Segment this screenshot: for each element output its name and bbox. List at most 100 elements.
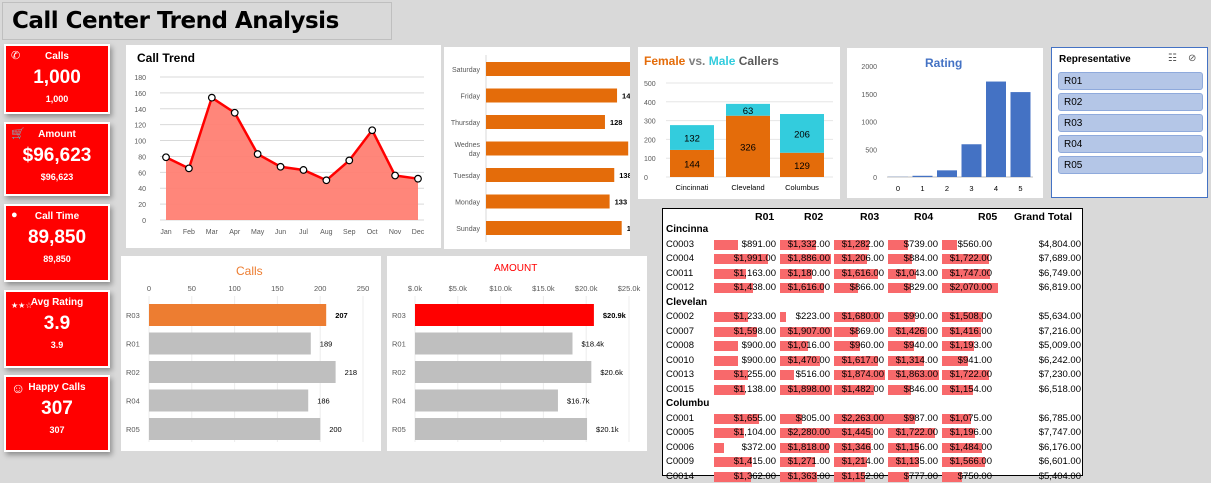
table-cell: $1,874.00 [834,369,884,381]
category-label: Cleveland [731,183,764,192]
gender-callers-panel: Female vs. Male Callers 0100200300400500… [638,47,840,199]
x-tick-label: 200 [314,284,327,293]
table-cell: $2,263.00 [834,413,884,425]
table-cell: $560.00 [942,239,992,251]
table-cell: $1,484.00 [942,442,992,454]
slicer-item-r05[interactable]: R05 [1058,156,1203,174]
slicer-item-r01[interactable]: R01 [1058,72,1203,90]
table-cell: $1,616.00 [780,282,830,294]
table-cell: $1,617.00 [834,355,884,367]
table-cell: $1,818.00 [780,442,830,454]
row-label: C0015 [666,384,694,395]
bar-value-label: $20.1k [596,425,619,434]
weekday-bar [486,62,630,76]
trend-area [166,98,418,220]
amount-by-rep-panel: AMOUNT $.0k$5.0k$10.0k$15.0k$20.0k$25.0k… [387,256,647,451]
kpi-subvalue: 89,850 [6,254,108,264]
male-value-label: 206 [794,129,810,140]
table-cell: $7,689.00 [998,253,1081,265]
kpi-value: 1,000 [6,67,108,89]
slicer-item-r04[interactable]: R04 [1058,135,1203,153]
table-cell: $1,863.00 [888,369,938,381]
table-cell: $900.00 [714,340,776,352]
y-tick-label: 120 [134,123,146,130]
weekday-bar [486,142,628,156]
table-cell: $1,075.00 [942,413,992,425]
weekday-calls-panel: Saturday161Friday141Thursday128Wednesday… [444,47,630,249]
table-cell: $1,426.00 [888,326,938,338]
x-tick-label: 0 [147,284,151,293]
rep-bar [415,390,558,412]
row-label: C0003 [666,239,694,250]
table-cell: $7,216.00 [998,326,1081,338]
rating-panel: Rating 0500100015002000012345 [847,48,1043,198]
table-cell: $805.00 [780,413,830,425]
y-tick-label: 160 [134,91,146,98]
table-cell: $7,747.00 [998,427,1081,439]
row-label: C0006 [666,442,694,453]
category-label: Monday [455,200,480,207]
kpi-value: 89,850 [6,227,108,249]
bar-value-label: 218 [345,368,358,377]
category-label: R03 [126,311,140,320]
y-tick-label: 60 [138,170,146,177]
y-tick-label: 20 [138,202,146,209]
rating-chart: 0500100015002000012345 [847,48,1043,198]
group-label: Columbu [666,398,709,409]
table-cell: $5,009.00 [998,340,1081,352]
slicer-item-r03[interactable]: R03 [1058,114,1203,132]
category-label: Sunday [456,226,480,233]
rating-bar [986,82,1006,177]
y-tick-label: 200 [644,137,656,144]
kpi-card-call-time: ●Call Time89,85089,850 [4,204,110,282]
table-cell: $6,518.00 [998,384,1081,396]
table-cell: $6,785.00 [998,413,1081,425]
table-cell: $1,898.00 [780,384,830,396]
x-tick-label: Feb [183,229,195,236]
table-cell: $1,566.00 [942,456,992,468]
table-cell: $1,680.00 [834,311,884,323]
table-cell: $1,438.00 [714,282,776,294]
table-cell: $1,747.00 [942,268,992,280]
y-tick-label: 0 [142,218,146,225]
row-label: C0002 [666,311,694,322]
x-tick-label: 150 [271,284,284,293]
table-cell: $1,255.00 [714,369,776,381]
table-cell: $6,749.00 [998,268,1081,280]
table-cell: $5,634.00 [998,311,1081,323]
table-cell: $6,176.00 [998,442,1081,454]
bar-value-label: 189 [320,340,333,349]
x-tick-label: Mar [206,229,219,236]
bar-value-label: 128 [610,118,623,127]
x-tick-label: Aug [320,229,333,236]
table-cell: $1,156.00 [888,442,938,454]
category-label: R04 [392,397,406,406]
table-cell: $372.00 [714,442,776,454]
x-tick-label: Jan [160,229,171,236]
x-tick-label: 250 [357,284,370,293]
x-tick-label: $15.0k [532,284,555,293]
multi-select-icon[interactable]: ☷ [1168,53,1177,64]
x-tick-label: 50 [188,284,196,293]
table-cell: $866.00 [834,282,884,294]
category-label: Thursday [451,120,481,127]
table-cell: $6,242.00 [998,355,1081,367]
row-label: C0014 [666,471,694,482]
slicer-item-r02[interactable]: R02 [1058,93,1203,111]
row-label: C0009 [666,456,694,467]
calls-by-rep-panel: Calls 050100150200250R03207R01189R02218R… [121,256,381,451]
table-cell: $1,655.00 [714,413,776,425]
rep-bar [149,333,311,355]
trend-point [369,127,376,134]
category-label: R05 [126,425,140,434]
slicer-title: Representative [1059,54,1131,65]
y-tick-label: 500 [644,81,656,88]
y-tick-label: 40 [138,186,146,193]
x-tick-label: 5 [1018,184,1022,193]
table-cell: $516.00 [780,369,830,381]
clear-filter-icon[interactable]: ⊘ [1188,53,1196,64]
weekday-bar [486,221,622,235]
category-label: Cincinnati [676,183,709,192]
rep-bar [415,361,591,383]
bar-value-label: 133 [615,198,628,207]
